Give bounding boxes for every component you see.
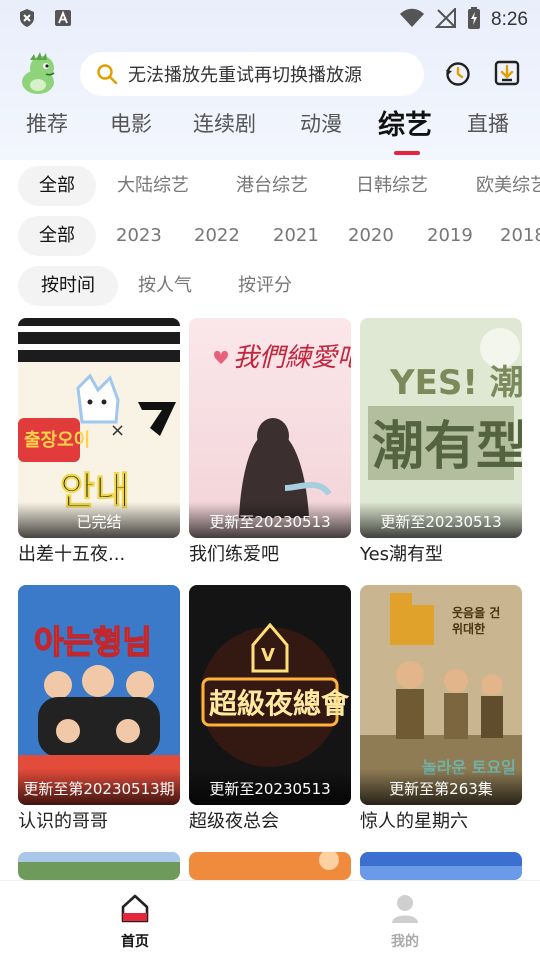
show-title: 惊人的星期六 [360,811,468,832]
episode-badge: 已完结 [18,502,180,538]
svg-text:웃음을 건: 웃음을 건 [452,605,500,620]
history-icon[interactable] [444,60,472,88]
poster-image: YES! 潮有型 潮有型 更新至20230513 [360,318,522,538]
show-card[interactable] [189,852,351,880]
poster-image [18,852,180,880]
no-signal-icon [434,6,457,32]
show-title: 我们练爱吧 [189,544,279,565]
show-card[interactable]: 웃음을 건 위대한 놀라운 토요일 更新至第263集 惊人的星期六 [360,585,522,835]
episode-badge: 更新至第20230513期 [18,769,180,805]
sort-filter-row: 按时间 按人气 按评分 [0,266,540,306]
episode-badge: 更新至第263集 [360,769,522,805]
sort-by-popularity[interactable]: 按人气 [138,266,192,306]
svg-text:我們練愛吧: 我們練愛吧 [233,343,351,373]
filter-year-2020[interactable]: 2020 [348,216,394,256]
show-title: Yes潮有型 [360,544,444,565]
filter-region-hk-tw[interactable]: 港台综艺 [236,166,308,206]
sort-by-time[interactable]: 按时间 [18,266,118,306]
svg-text:×: × [110,420,125,441]
poster-image: 아는형님 更新至第20230513期 [18,585,180,805]
svg-text:위대한: 위대한 [452,621,485,636]
search-bar[interactable]: 无法播放先重试再切换播放源 [80,52,424,96]
battery-charging-icon [467,7,481,33]
search-icon [96,63,118,85]
dinosaur-avatar[interactable] [16,52,62,96]
tab-movie[interactable]: 电影 [110,108,152,138]
nav-profile-label: 我的 [391,934,419,950]
tab-recommend[interactable]: 推荐 [26,108,68,138]
svg-text:YES! 潮有型: YES! 潮有型 [389,363,522,403]
sort-by-rating[interactable]: 按评分 [238,266,292,306]
app-header: 无法播放先重试再切换播放源 [0,48,540,100]
poster-image [360,852,522,880]
filter-region-western[interactable]: 欧美综艺 [476,166,540,206]
show-card[interactable]: 我們練愛吧 更新至20230513 我们练爱吧 [189,318,351,568]
svg-text:출장오이: 출장오이 [24,430,90,451]
svg-text:潮有型: 潮有型 [372,417,522,477]
episode-badge: 更新至20230513 [189,769,351,805]
filter-year-2019[interactable]: 2019 [427,216,473,256]
show-card[interactable] [18,852,180,880]
show-card[interactable]: YES! 潮有型 潮有型 更新至20230513 Yes潮有型 [360,318,522,568]
bottom-navigation: 首页 我的 [0,880,540,960]
filter-region-all[interactable]: 全部 [18,166,96,206]
profile-icon [390,893,420,925]
show-card[interactable]: 출장오이 × 안내 已完结 出差十五夜... [18,318,180,568]
shield-icon [18,8,36,28]
tab-tv-series[interactable]: 连续剧 [193,108,256,138]
category-tabs: 推荐 电影 连续剧 动漫 综艺 直播 [0,108,540,158]
show-title: 出差十五夜... [18,544,126,565]
svg-text:V: V [261,645,275,666]
status-bar: 8:26 [0,0,540,36]
svg-text:超級夜總會: 超級夜總會 [209,687,350,720]
nav-profile[interactable]: 我的 [365,893,445,951]
wifi-icon [399,8,425,32]
filter-region-mainland[interactable]: 大陆综艺 [117,166,189,206]
poster-image: V 超級夜總會 更新至20230513 [189,585,351,805]
episode-badge: 更新至20230513 [360,502,522,538]
filter-year-2018[interactable]: 2018 [500,216,540,256]
nav-home[interactable]: 首页 [95,893,175,951]
accessibility-a-icon [54,8,72,28]
clock-time: 8:26 [491,9,528,30]
search-placeholder: 无法播放先重试再切换播放源 [128,65,362,86]
nav-home-label: 首页 [121,934,149,950]
filter-year-all[interactable]: 全部 [18,216,96,256]
poster-image: 我們練愛吧 更新至20230513 [189,318,351,538]
tab-variety[interactable]: 综艺 [378,103,432,142]
poster-image: 출장오이 × 안내 已完结 [18,318,180,538]
poster-image [189,852,351,880]
download-icon[interactable] [494,60,520,86]
region-filter-row: 全部 大陆综艺 港台综艺 日韩综艺 欧美综艺 [0,166,540,206]
show-title: 超级夜总会 [189,811,279,832]
show-card[interactable]: 아는형님 更新至第20230513期 认识的哥哥 [18,585,180,835]
filter-year-2021[interactable]: 2021 [273,216,319,256]
poster-image: 웃음을 건 위대한 놀라운 토요일 更新至第263集 [360,585,522,805]
show-title: 认识的哥哥 [18,811,108,832]
filter-year-2023[interactable]: 2023 [116,216,162,256]
filter-year-2022[interactable]: 2022 [194,216,240,256]
tab-live[interactable]: 直播 [467,108,509,138]
year-filter-row: 全部 2023 2022 2021 2020 2019 2018 [0,216,540,256]
show-card[interactable]: V 超級夜總會 更新至20230513 超级夜总会 [189,585,351,835]
show-card[interactable] [360,852,522,880]
episode-badge: 更新至20230513 [189,502,351,538]
svg-text:아는형님: 아는형님 [34,623,152,661]
home-icon [120,893,150,925]
filter-region-jp-kr[interactable]: 日韩综艺 [356,166,428,206]
tab-anime[interactable]: 动漫 [300,108,342,138]
active-tab-indicator [394,151,420,155]
